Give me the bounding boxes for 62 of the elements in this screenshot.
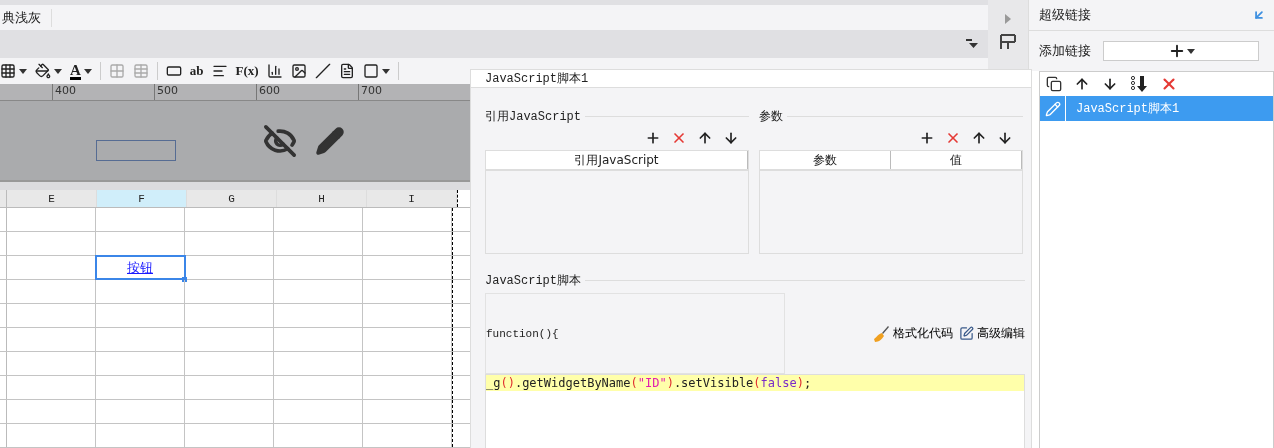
cell-link[interactable]: 按钮 [127,258,153,277]
column-header[interactable]: G [187,190,277,207]
border-button[interactable] [362,63,390,79]
ruler-label: 500 [154,84,256,100]
pencil-icon [1044,100,1061,117]
dialog-title: JavaScript脚本1 [485,71,589,87]
panel-title: 超级链接 [1039,6,1091,24]
caret-icon [83,68,92,74]
column-header[interactable]: H [277,190,367,207]
add-link-label: 添加链接 [1039,42,1091,60]
code-editor[interactable]: _g().getWidgetByName("ID").setVisible(false); [485,374,1025,448]
pencil-icon[interactable] [315,125,345,156]
caret-icon [381,68,390,74]
advanced-edit-button[interactable]: 高级编辑 [959,324,1025,343]
text-box-button[interactable] [165,63,182,79]
column-header: 值 [891,151,1022,169]
caret-icon [1186,48,1195,54]
document-button[interactable] [338,63,355,79]
up-arrow-icon[interactable] [697,130,713,146]
collapse-arrow-icon[interactable] [1252,8,1266,22]
bar-chart-button[interactable] [266,63,283,79]
column-header[interactable]: I [367,190,457,207]
broom-icon [872,324,890,343]
grid-button[interactable] [0,63,27,79]
add-icon[interactable] [645,130,661,146]
down-arrow-icon[interactable] [997,130,1013,146]
ruler-label: 600 [256,84,358,100]
up-arrow-icon[interactable] [971,130,987,146]
delete-icon[interactable] [1160,75,1178,93]
paint-bucket-button[interactable] [35,63,62,79]
image-button[interactable] [290,63,307,79]
fill-handle[interactable] [182,277,187,282]
section-legend: 引用JavaScript [485,108,581,125]
caret-icon [54,68,62,74]
ruler-label: 400 [52,84,154,100]
function-signature: function(){ [486,327,559,340]
down-arrow-icon[interactable] [723,130,739,146]
column-header: 参数 [760,151,891,169]
section-legend: 参数 [759,108,783,125]
copy-icon[interactable] [1046,76,1062,92]
text-tool-button[interactable]: F(x) [235,64,259,78]
text-tool-button[interactable]: ab [189,64,204,78]
add-link-dropdown[interactable] [1103,41,1259,61]
dropdown-icon[interactable] [966,39,978,49]
edit-icon [959,326,974,341]
font-color-button[interactable]: A [70,62,92,80]
align-button[interactable] [211,63,228,79]
column-header[interactable]: F [97,190,187,207]
ruler-label: 700 [358,84,460,100]
section-legend: JavaScript脚本 [485,272,581,289]
move-bottom-icon[interactable] [1130,76,1148,92]
column-header: 引用JavaScript [486,151,748,169]
line-button[interactable] [314,63,331,79]
format-code-button[interactable]: 格式化代码 [872,324,953,343]
theme-tab[interactable]: 典浅灰 [0,8,52,27]
caret-icon [19,68,27,74]
delete-icon[interactable] [945,130,961,146]
column-header[interactable]: E [7,190,97,207]
add-icon[interactable] [919,130,935,146]
eye-slash-icon[interactable] [263,123,297,158]
layout-icon[interactable] [1000,34,1016,50]
delete-icon[interactable] [671,130,687,146]
